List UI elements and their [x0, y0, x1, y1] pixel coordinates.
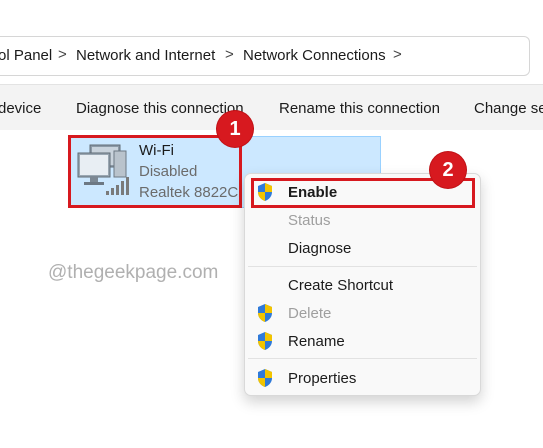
- menu-separator: [248, 266, 477, 267]
- change-settings-button[interactable]: Change se: [474, 100, 543, 117]
- window-top-area: [0, 0, 543, 30]
- menu-item-rename[interactable]: Rename: [288, 333, 345, 350]
- breadcrumb-network-connections[interactable]: Network Connections: [243, 47, 386, 64]
- uac-shield-icon: [258, 304, 272, 322]
- uac-shield-icon: [258, 332, 272, 350]
- chevron-right-icon[interactable]: >: [393, 46, 402, 63]
- watermark: @thegeekpage.com: [48, 262, 219, 283]
- menu-item-create-shortcut[interactable]: Create Shortcut: [288, 277, 393, 294]
- annotation-highlight-box: [68, 135, 242, 208]
- diagnose-connection-button[interactable]: Diagnose this connection: [76, 100, 244, 117]
- step-badge-1: 1: [217, 111, 253, 147]
- menu-item-delete[interactable]: Delete: [288, 305, 331, 322]
- menu-item-properties[interactable]: Properties: [288, 370, 356, 387]
- chevron-right-icon[interactable]: >: [225, 46, 234, 63]
- menu-item-diagnose[interactable]: Diagnose: [288, 240, 351, 257]
- step-badge-2: 2: [430, 152, 466, 188]
- uac-shield-icon: [258, 369, 272, 387]
- breadcrumb-network-and-internet[interactable]: Network and Internet: [76, 47, 215, 64]
- menu-item-status[interactable]: Status: [288, 212, 331, 229]
- chevron-right-icon[interactable]: >: [58, 46, 67, 63]
- menu-separator: [248, 358, 477, 359]
- rename-connection-button[interactable]: Rename this connection: [279, 100, 440, 117]
- breadcrumb-control-panel[interactable]: ol Panel: [0, 47, 52, 64]
- disable-device-button[interactable]: device: [0, 100, 41, 117]
